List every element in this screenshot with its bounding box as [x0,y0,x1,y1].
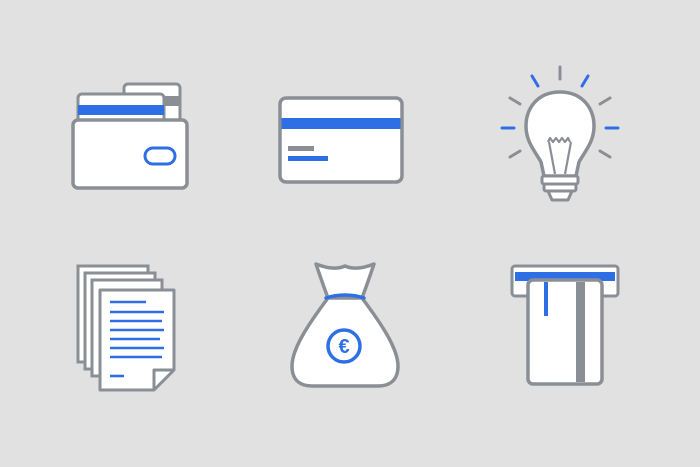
icon-grid: € [0,0,700,467]
euro-symbol: € [338,336,349,358]
documents-icon [76,264,176,392]
light-bulb-icon [500,65,620,202]
wallet-icon [71,82,189,190]
money-bag-icon: € [290,262,400,388]
credit-card-icon [278,96,404,184]
atm-card-slot-icon [510,264,620,386]
